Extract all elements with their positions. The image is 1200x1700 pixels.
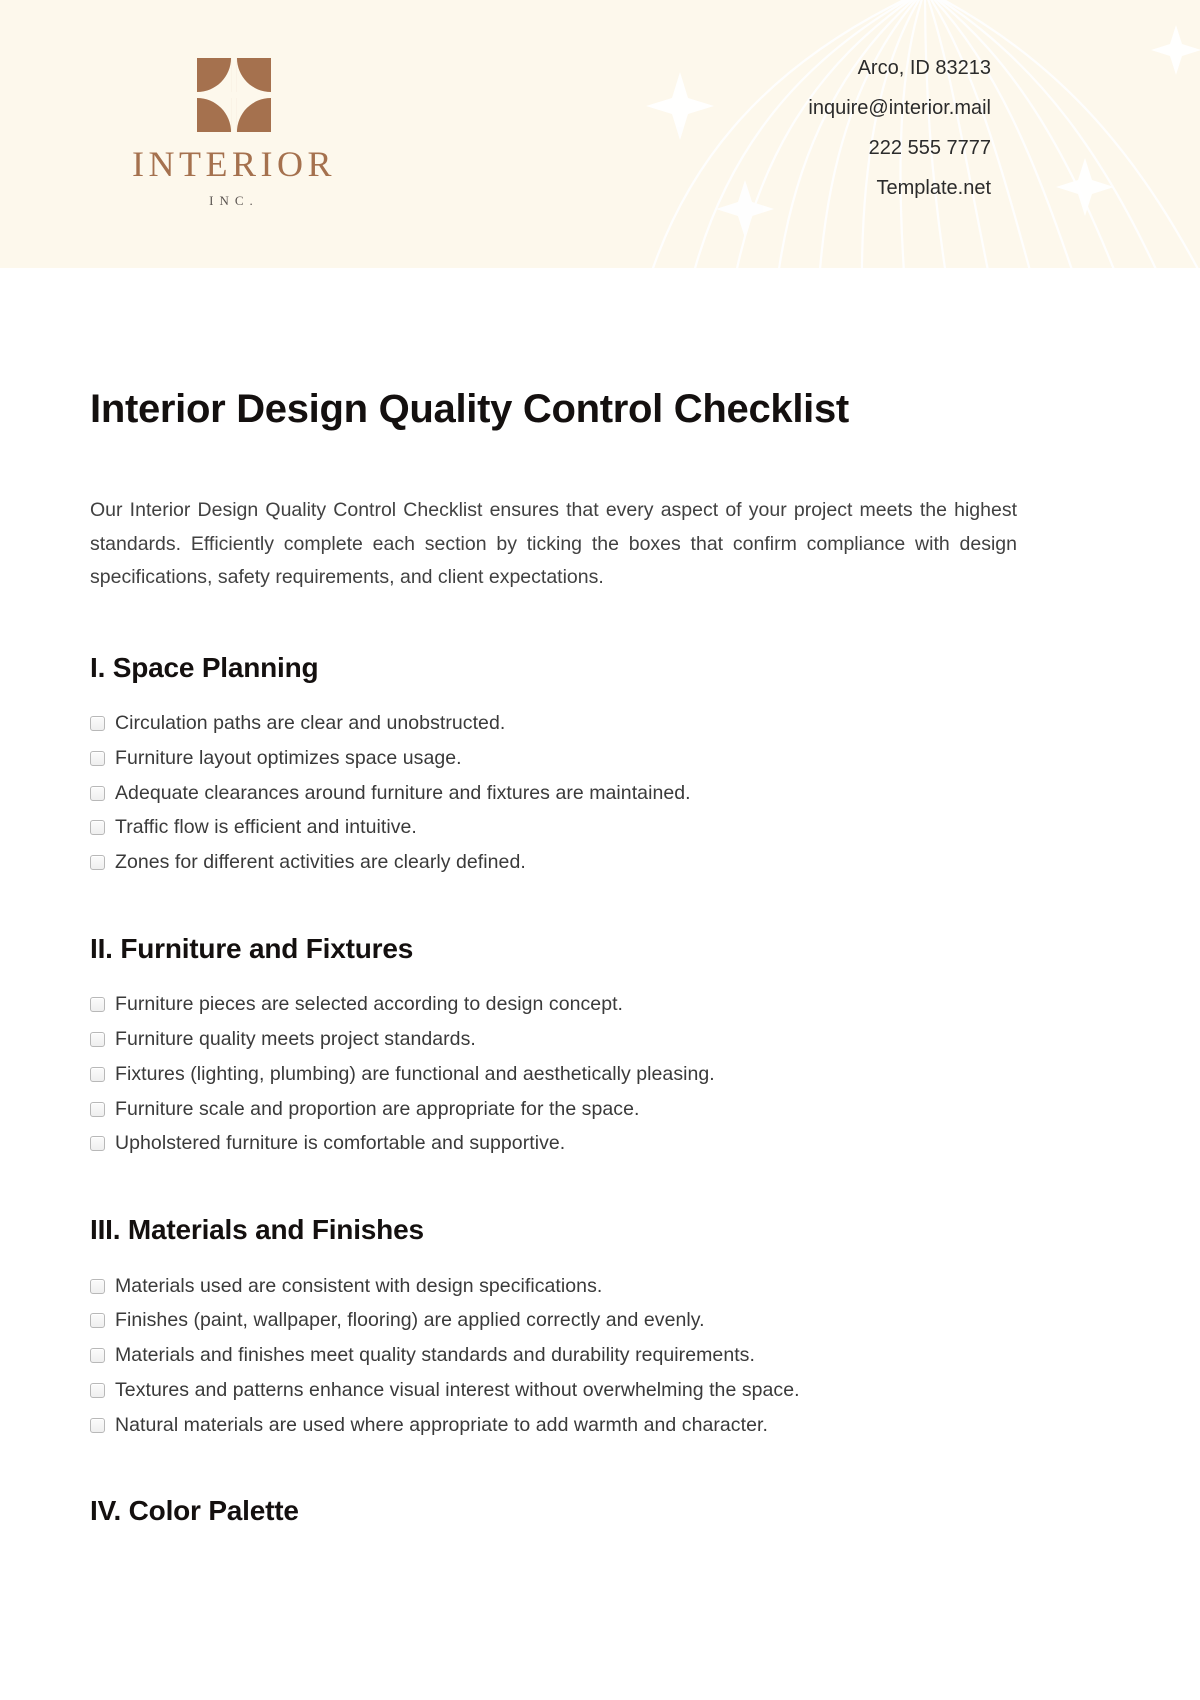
checkbox-icon[interactable] bbox=[90, 1101, 105, 1117]
list-item[interactable]: Furniture quality meets project standard… bbox=[90, 1027, 1112, 1053]
list-item[interactable]: Textures and patterns enhance visual int… bbox=[90, 1378, 1112, 1404]
intro-paragraph: Our Interior Design Quality Control Chec… bbox=[90, 499, 1017, 589]
contact-address: Arco, ID 83213 bbox=[857, 57, 991, 79]
list-item[interactable]: Furniture scale and proportion are appro… bbox=[90, 1097, 1112, 1123]
list-item-label: Upholstered furniture is comfortable and… bbox=[115, 1132, 566, 1155]
list-item-label: Materials and finishes meet quality stan… bbox=[115, 1344, 755, 1367]
list-item[interactable]: Upholstered furniture is comfortable and… bbox=[90, 1131, 1112, 1157]
list-item-label: Materials used are consistent with desig… bbox=[115, 1274, 603, 1297]
list-item-label: Natural materials are used where appropr… bbox=[115, 1413, 768, 1436]
contact-email[interactable]: inquire@interior.mail bbox=[808, 98, 991, 118]
list-item-label: Furniture pieces are selected according … bbox=[115, 993, 624, 1016]
brand-name: INTERIOR bbox=[132, 144, 336, 184]
checkbox-icon[interactable] bbox=[90, 1136, 105, 1152]
section-title: I. Space Planning bbox=[90, 651, 319, 683]
checkbox-icon[interactable] bbox=[90, 1348, 105, 1364]
list-item-label: Zones for different activities are clear… bbox=[115, 851, 526, 874]
list-item[interactable]: Natural materials are used where appropr… bbox=[90, 1413, 1112, 1439]
list-item[interactable]: Materials and finishes meet quality stan… bbox=[90, 1343, 1112, 1369]
list-item[interactable]: Fixtures (lighting, plumbing) are functi… bbox=[90, 1062, 1112, 1088]
checkbox-icon[interactable] bbox=[90, 997, 105, 1013]
interior-quatrefoil-logo-icon bbox=[197, 58, 271, 132]
checkbox-icon[interactable] bbox=[90, 1417, 105, 1433]
checkbox-icon[interactable] bbox=[90, 820, 105, 836]
checklist: Circulation paths are clear and unobstru… bbox=[90, 711, 1112, 876]
checkbox-icon[interactable] bbox=[90, 855, 105, 871]
list-item-label: Adequate clearances around furniture and… bbox=[115, 781, 691, 804]
brand-suffix: INC. bbox=[209, 193, 259, 208]
section-title: IV. Color Palette bbox=[90, 1495, 299, 1527]
list-item-label: Circulation paths are clear and unobstru… bbox=[115, 712, 506, 735]
section-space-planning: I. Space Planning Circulation paths are … bbox=[90, 651, 1112, 876]
document-body: Interior Design Quality Control Checklis… bbox=[0, 386, 1200, 1528]
list-item-label: Furniture layout optimizes space usage. bbox=[115, 746, 462, 769]
list-item-label: Textures and patterns enhance visual int… bbox=[115, 1378, 800, 1401]
document-header: INTERIOR INC. Arco, ID 83213 inquire@int… bbox=[0, 0, 1200, 268]
checkbox-icon[interactable] bbox=[90, 1278, 105, 1294]
list-item-label: Finishes (paint, wallpaper, flooring) ar… bbox=[115, 1309, 705, 1332]
list-item[interactable]: Traffic flow is efficient and intuitive. bbox=[90, 815, 1112, 841]
checkbox-icon[interactable] bbox=[90, 1382, 105, 1398]
list-item[interactable]: Zones for different activities are clear… bbox=[90, 850, 1112, 876]
checkbox-icon[interactable] bbox=[90, 750, 105, 766]
checklist: Materials used are consistent with desig… bbox=[90, 1274, 1112, 1439]
list-item[interactable]: Finishes (paint, wallpaper, flooring) ar… bbox=[90, 1308, 1112, 1334]
document-page: INTERIOR INC. Arco, ID 83213 inquire@int… bbox=[0, 0, 1200, 1700]
checkbox-icon[interactable] bbox=[90, 1066, 105, 1082]
list-item-label: Fixtures (lighting, plumbing) are functi… bbox=[115, 1062, 715, 1085]
section-materials-and-finishes: III. Materials and Finishes Materials us… bbox=[90, 1213, 1112, 1438]
page-title: Interior Design Quality Control Checklis… bbox=[90, 387, 849, 431]
checkbox-icon[interactable] bbox=[90, 1313, 105, 1329]
list-item[interactable]: Furniture layout optimizes space usage. bbox=[90, 746, 1112, 772]
checkbox-icon[interactable] bbox=[90, 716, 105, 732]
list-item[interactable]: Furniture pieces are selected according … bbox=[90, 992, 1112, 1018]
list-item[interactable]: Adequate clearances around furniture and… bbox=[90, 781, 1112, 807]
list-item[interactable]: Materials used are consistent with desig… bbox=[90, 1274, 1112, 1300]
brand-logo: INTERIOR INC. bbox=[112, 58, 356, 209]
section-color-palette: IV. Color Palette bbox=[90, 1494, 1112, 1528]
section-title: III. Materials and Finishes bbox=[90, 1214, 424, 1246]
checkbox-icon[interactable] bbox=[90, 1032, 105, 1048]
contact-website[interactable]: Template.net bbox=[808, 178, 991, 198]
section-title: II. Furniture and Fixtures bbox=[90, 932, 414, 964]
contact-info: Arco, ID 83213 inquire@interior.mail 222… bbox=[808, 58, 991, 198]
list-item-label: Furniture quality meets project standard… bbox=[115, 1028, 476, 1051]
checkbox-icon[interactable] bbox=[90, 785, 105, 801]
section-furniture-and-fixtures: II. Furniture and Fixtures Furniture pie… bbox=[90, 932, 1112, 1157]
contact-phone[interactable]: 222 555 7777 bbox=[808, 138, 991, 158]
checklist: Furniture pieces are selected according … bbox=[90, 992, 1112, 1157]
list-item-label: Traffic flow is efficient and intuitive. bbox=[115, 816, 417, 839]
list-item-label: Furniture scale and proportion are appro… bbox=[115, 1097, 640, 1120]
list-item[interactable]: Circulation paths are clear and unobstru… bbox=[90, 711, 1112, 737]
